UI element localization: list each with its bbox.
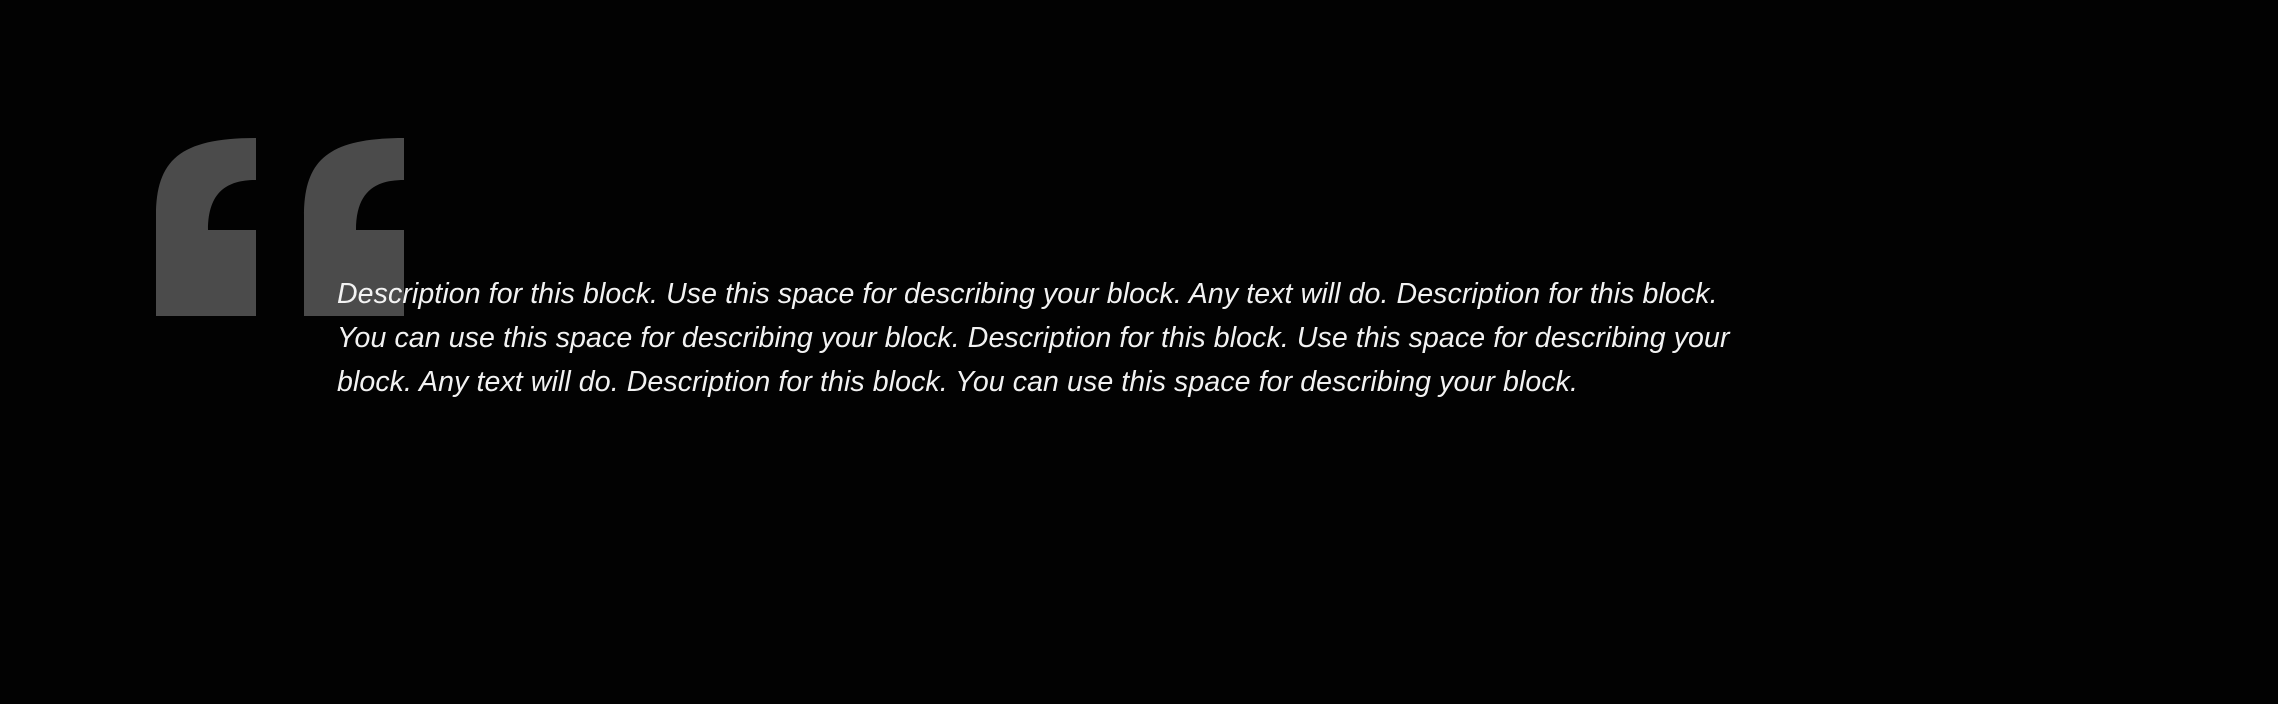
quote-block: Description for this block. Use this spa… bbox=[0, 0, 2278, 704]
quote-text: Description for this block. Use this spa… bbox=[337, 278, 1730, 398]
